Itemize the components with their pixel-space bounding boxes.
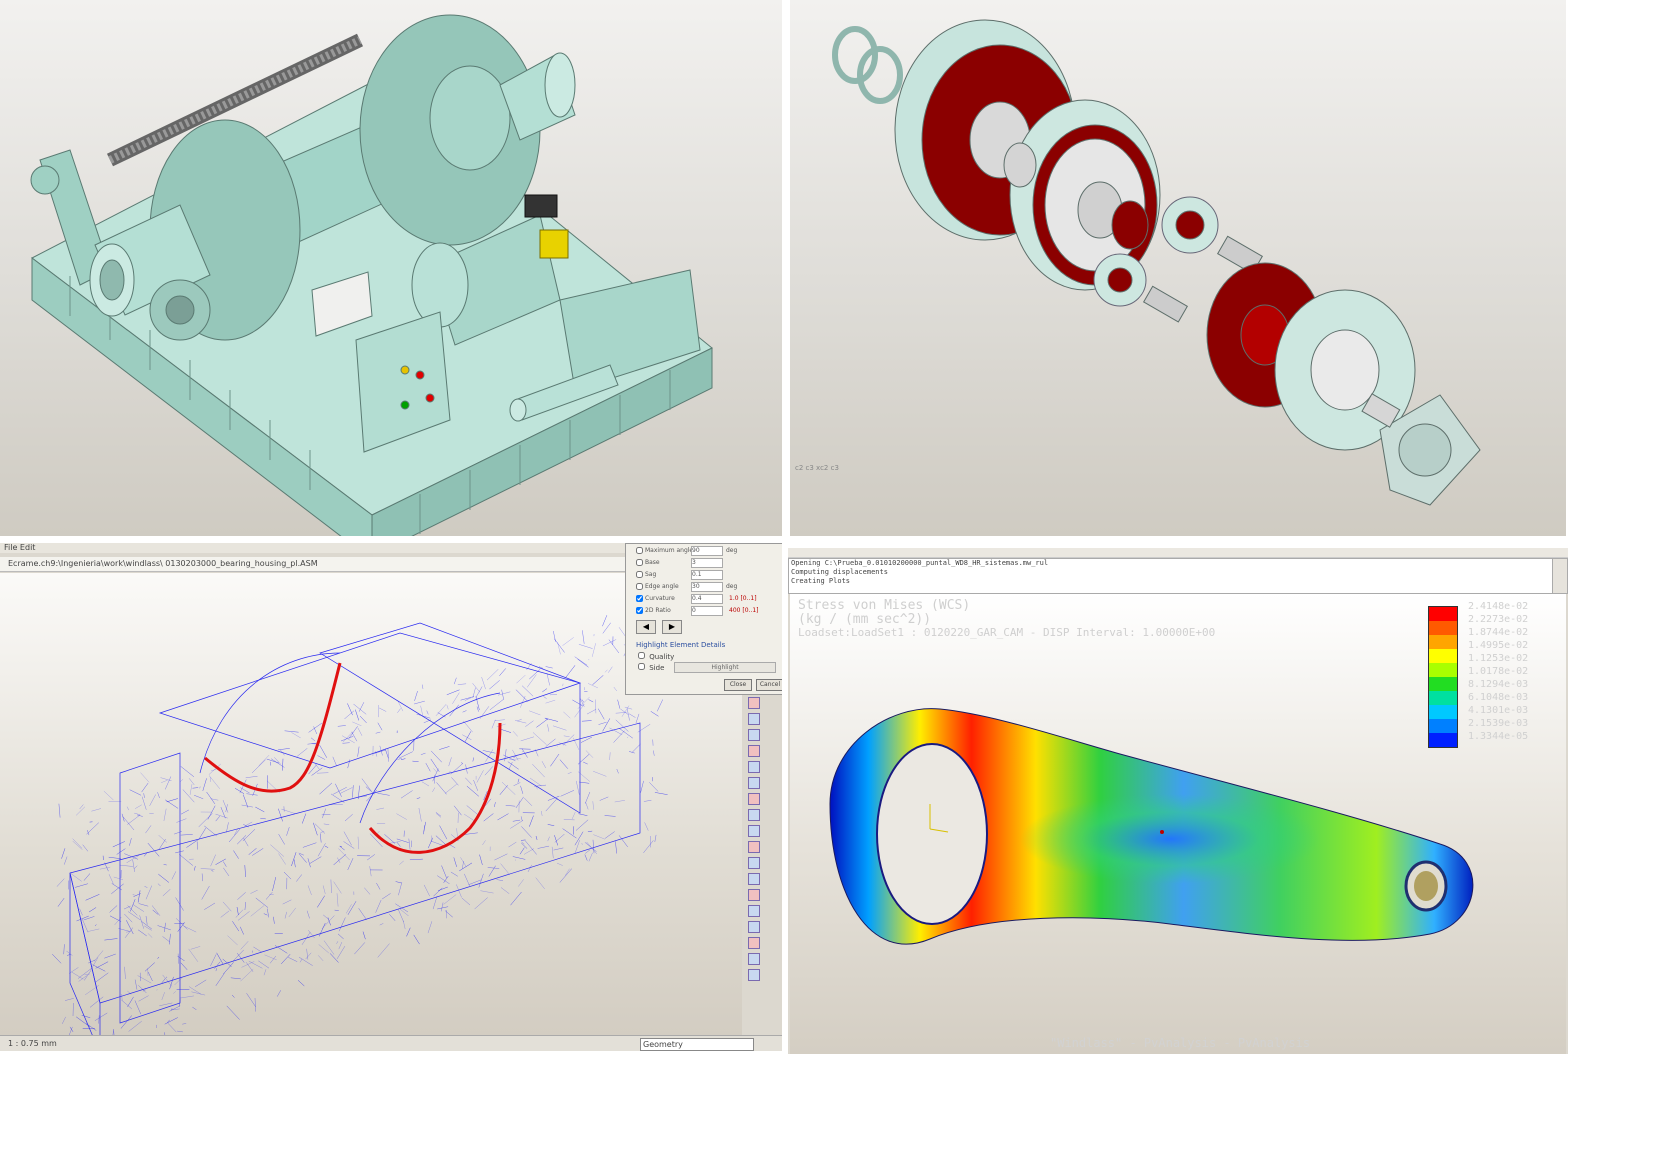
- message-log: Opening C:\Prueba_0.01010200000_puntal_W…: [788, 558, 1556, 594]
- toolbar-tool-icon[interactable]: [748, 809, 760, 821]
- large-bore-hole: [876, 743, 988, 925]
- row-checkbox[interactable]: [636, 547, 643, 554]
- row-value-field[interactable]: 0: [691, 606, 723, 616]
- toolbar-tool-icon[interactable]: [748, 697, 760, 709]
- row-value-field[interactable]: 90: [691, 546, 723, 556]
- row-extra: 400 [0..1]: [729, 607, 759, 614]
- status-text: 1 : 0.75 mm: [8, 1039, 57, 1048]
- toolbar-tool-icon[interactable]: [748, 953, 760, 965]
- row-label: Maximum angle: [645, 547, 694, 554]
- plot-footer: "Windlass" - PvAnalysis - PvAnalysis: [1050, 1036, 1311, 1050]
- row-label: Sag: [645, 571, 657, 578]
- right-toolbar: [744, 693, 764, 1033]
- row-extra: 1.0 [0..1]: [729, 595, 757, 602]
- dialog-row: Edge angle 30 deg: [636, 581, 781, 592]
- dialog-row: Curvature 0.4 1.0 [0..1]: [636, 593, 781, 604]
- status-bar: 1 : 0.75 mm Geometry: [0, 1035, 782, 1051]
- toolbar-tool-icon[interactable]: [748, 793, 760, 805]
- menu-bar[interactable]: File Edit: [0, 543, 640, 553]
- dialog-row: Sag 0.1: [636, 569, 781, 580]
- dialog-section-label: Highlight Element Details: [636, 641, 726, 649]
- row-checkbox[interactable]: [636, 607, 643, 614]
- status-field[interactable]: Geometry: [640, 1038, 754, 1051]
- mesh-window: File Edit Ecrame.ch9:\Ingenieria\work\wi…: [0, 543, 782, 1051]
- dialog-row: Maximum angle90 deg: [636, 545, 781, 556]
- toolbar-tool-icon[interactable]: [748, 905, 760, 917]
- toolbar-tool-icon[interactable]: [748, 841, 760, 853]
- toolbar-tool-icon[interactable]: [748, 825, 760, 837]
- row-value-field[interactable]: 0.4: [691, 594, 723, 604]
- toolbar-tool-icon[interactable]: [748, 857, 760, 869]
- winch-assembly-view: [0, 0, 782, 536]
- toolbar-tool-icon[interactable]: [748, 921, 760, 933]
- row-checkbox[interactable]: [636, 559, 643, 566]
- row-label: Edge angle: [645, 583, 679, 590]
- dialog-row: Base 3: [636, 557, 781, 568]
- quality-checkbox[interactable]: [638, 652, 645, 659]
- dialog-option-quality[interactable]: Quality: [638, 652, 674, 661]
- dialog-row: 2D Ratio 0 400 [0..1]: [636, 605, 781, 616]
- row-checkbox[interactable]: [636, 595, 643, 602]
- highlight-button[interactable]: Highlight: [674, 662, 776, 673]
- log-scrollbar[interactable]: [1552, 558, 1568, 594]
- row-unit: deg: [726, 583, 738, 590]
- stress-plot-window: Opening C:\Prueba_0.01010200000_puntal_W…: [788, 548, 1568, 1054]
- row-value-field[interactable]: 0.1: [691, 570, 723, 580]
- row-label: Curvature: [645, 595, 675, 602]
- side-label: Side: [649, 664, 665, 672]
- gearbox-exploded-render: c2 c3 xc2 c3: [795, 19, 1481, 506]
- menu-text[interactable]: File Edit: [4, 543, 35, 552]
- toolbar-tool-icon[interactable]: [748, 937, 760, 949]
- toolbar-tool-icon[interactable]: [748, 777, 760, 789]
- toolbar-tool-icon[interactable]: [748, 729, 760, 741]
- row-label: 2D Ratio: [645, 607, 671, 614]
- toolbar-tool-icon[interactable]: [748, 761, 760, 773]
- winch-assembly-render: [30, 14, 713, 536]
- row-checkbox[interactable]: [636, 571, 643, 578]
- row-unit: deg: [726, 547, 738, 554]
- log-line-3: Creating Plots: [791, 577, 851, 585]
- dialog-option-side[interactable]: Side: [638, 663, 664, 672]
- cancel-button[interactable]: Cancel: [756, 679, 782, 691]
- toolbar-tool-icon[interactable]: [748, 873, 760, 885]
- window-title-bar: Ecrame.ch9:\Ingenieria\work\windlass\ 01…: [0, 557, 640, 572]
- plot-viewport[interactable]: Stress von Mises (WCS) (kg / (mm sec^2))…: [790, 594, 1566, 1054]
- row-checkbox[interactable]: [636, 583, 643, 590]
- dialog-right-arrow-button[interactable]: ▶: [662, 620, 682, 634]
- close-button[interactable]: Close: [724, 679, 752, 691]
- side-checkbox[interactable]: [638, 663, 645, 670]
- row-label: Base: [645, 559, 660, 566]
- gearbox-exploded-view: c2 c3 xc2 c3: [790, 0, 1566, 536]
- mesh-settings-dialog[interactable]: Maximum angle90 deg Base 3 Sag 0.1 Edge angle 3…: [625, 543, 782, 695]
- svg-text:c2 c3 xc2 c3: c2 c3 xc2 c3: [795, 464, 839, 472]
- log-line-1: Opening C:\Prueba_0.01010200000_puntal_W…: [791, 559, 1049, 567]
- toolbar-tool-icon[interactable]: [748, 745, 760, 757]
- quality-label: Quality: [649, 653, 675, 661]
- row-value-field[interactable]: 30: [691, 582, 723, 592]
- dialog-left-arrow-button[interactable]: ◀: [636, 620, 656, 634]
- toolbar-tool-icon[interactable]: [748, 889, 760, 901]
- stress-contour-render: [829, 708, 1474, 945]
- toolbar-tool-icon[interactable]: [748, 969, 760, 981]
- log-line-2: Computing displacements: [791, 568, 888, 576]
- window-title-path: Ecrame.ch9:\Ingenieria\work\windlass\ 01…: [8, 559, 318, 568]
- toolbar-tool-icon[interactable]: [748, 713, 760, 725]
- plot-toolbar[interactable]: [788, 548, 1568, 558]
- row-value-field[interactable]: 3: [691, 558, 723, 568]
